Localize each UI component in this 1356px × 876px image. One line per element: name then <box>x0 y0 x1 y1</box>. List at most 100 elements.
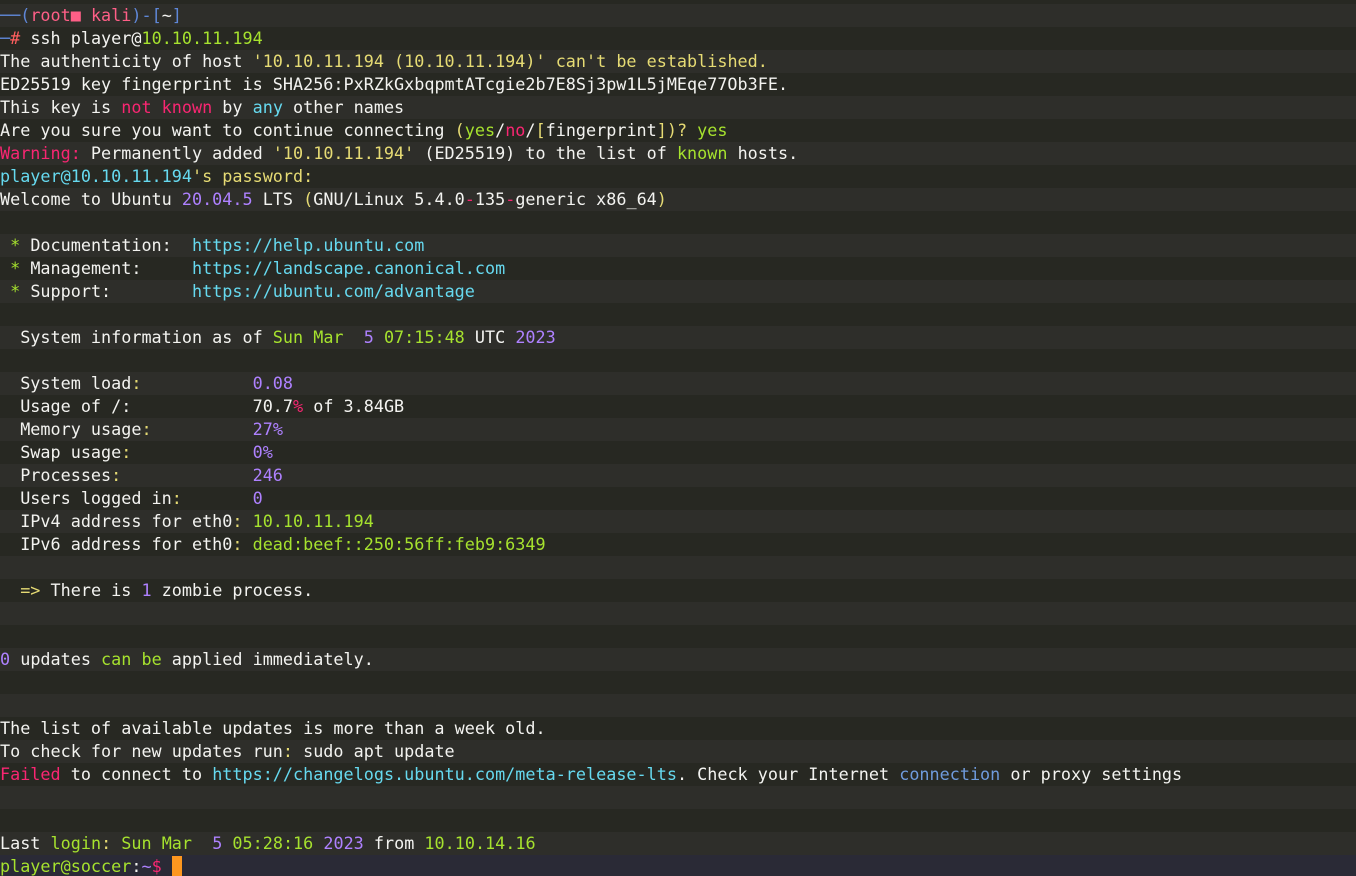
sysinfo-colon: : <box>121 442 132 462</box>
output-text: (ED25519) to the list of <box>414 143 677 163</box>
output-text: ( <box>303 189 314 209</box>
output-line: Are you sure you want to continue connec… <box>0 119 1356 142</box>
remote-prompt-line[interactable]: player@soccer:~$ <box>0 855 1356 876</box>
output-text: Permanently added <box>80 143 273 163</box>
output-text: 5 <box>363 327 374 347</box>
prompt-symbol: # <box>10 28 31 48</box>
command-line: ─# ssh player@10.10.11.194 <box>0 27 1356 50</box>
output-text: other names <box>282 97 405 117</box>
output-text: 05:28:16 <box>222 833 314 853</box>
sysinfo-label: Swap usage <box>0 442 122 462</box>
output-line: * Documentation: https://help.ubuntu.com <box>0 234 1356 257</box>
blank-line <box>0 349 1356 372</box>
output-text: To check for new updates run <box>0 741 283 761</box>
output-text: Management: <box>20 258 192 278</box>
documentation-link[interactable]: https://help.ubuntu.com <box>192 235 424 255</box>
output-text: connection <box>899 764 1001 784</box>
changelogs-link[interactable]: https://changelogs.ubuntu.com/meta-relea… <box>212 764 677 784</box>
sysinfo-colon: : <box>141 419 152 439</box>
output-text: by <box>212 97 253 117</box>
output-line: 0 updates can be applied immediately. <box>0 648 1356 671</box>
output-line: This key is not known by any other names <box>0 96 1356 119</box>
output-text: Are you sure you want to continue connec… <box>0 120 455 140</box>
output-text: 2023 <box>515 327 556 347</box>
sysinfo-colon: : <box>111 465 122 485</box>
blank-line <box>0 602 1356 625</box>
output-text: ) <box>656 189 667 209</box>
output-text: Documentation: <box>20 235 192 255</box>
blank-line <box>0 809 1356 832</box>
sysinfo-colon: : <box>171 488 182 508</box>
arrow: => <box>0 580 41 600</box>
remote-cwd: ~ <box>141 856 152 876</box>
output-text: ( <box>454 120 465 140</box>
output-text: : <box>282 741 293 761</box>
sysinfo-label: IPv6 address for eth0 <box>0 534 233 554</box>
output-line: System information as of Sun Mar 5 07:15… <box>0 326 1356 349</box>
output-line: The list of available updates is more th… <box>0 717 1356 740</box>
output-host: '10.10.11.194' <box>272 143 415 163</box>
prompt-frame: ──( <box>0 5 31 25</box>
sysinfo-line: Memory usage: 27% <box>0 418 1356 441</box>
output-text: 135 <box>474 189 506 209</box>
sysinfo-line: System load: 0.08 <box>0 372 1356 395</box>
option-yes: yes <box>464 120 496 140</box>
blank-line <box>0 694 1356 717</box>
blank-line <box>0 303 1356 326</box>
management-link[interactable]: https://landscape.canonical.com <box>192 258 505 278</box>
command-user: player@ <box>70 28 142 48</box>
output-text: 5 <box>212 833 223 853</box>
output-line: Failed to connect to https://changelogs.… <box>0 763 1356 786</box>
sysinfo-colon: : <box>232 511 253 531</box>
output-line: * Support: https://ubuntu.com/advantage <box>0 280 1356 303</box>
output-text: The authenticity of host <box>0 51 253 71</box>
prompt-frame: )-[ <box>131 5 162 25</box>
sysinfo-value: dead:beef::250:56ff:feb9:6349 <box>252 534 546 554</box>
update-count: 0 <box>0 649 11 669</box>
output-line: player@10.10.11.194's password: <box>0 165 1356 188</box>
support-link[interactable]: https://ubuntu.com/advantage <box>192 281 475 301</box>
prompt-colon: : <box>131 856 142 876</box>
output-text: There is <box>40 580 142 600</box>
output-text: hosts. <box>727 143 799 163</box>
output-text: any <box>252 97 283 117</box>
sysinfo-colon: : <box>232 534 253 554</box>
output-text: : <box>101 833 122 853</box>
output-line: Warning: Permanently added '10.10.11.194… <box>0 142 1356 165</box>
ubuntu-version: 20.04.5 <box>181 189 253 209</box>
output-text: updates <box>10 649 102 669</box>
output-text: to connect to <box>60 764 213 784</box>
output-text: LTS <box>252 189 304 209</box>
bullet: * <box>0 235 21 255</box>
sysinfo-value: 10.10.11.194 <box>252 511 374 531</box>
terminal-window[interactable]: ──(root■ kali)-[~] ─# ssh player@10.10.1… <box>0 0 1356 876</box>
output-line: => There is 1 zombie process. <box>0 579 1356 602</box>
blank-line <box>0 556 1356 579</box>
output-text: UTC <box>464 327 516 347</box>
output-line: To check for new updates run: sudo apt u… <box>0 740 1356 763</box>
warning-label: Warning: <box>0 143 81 163</box>
output-text: not known <box>121 97 213 117</box>
sysinfo-value: 27% <box>252 419 283 439</box>
output-text: can be <box>101 649 162 669</box>
output-text: from <box>363 833 425 853</box>
blank-line <box>0 211 1356 234</box>
sysinfo-label: Usage of /: <box>0 396 253 416</box>
sysinfo-label: Memory usage <box>0 419 142 439</box>
output-text: Support: <box>20 281 192 301</box>
output-text: GNU/Linux 5.4.0 <box>313 189 465 209</box>
sysinfo-label: IPv4 address for eth0 <box>0 511 233 531</box>
sysinfo-line: Swap usage: 0% <box>0 441 1356 464</box>
prompt-host: kali <box>90 5 132 25</box>
cursor[interactable] <box>171 856 182 876</box>
output-host: '10.10.11.194 (10.10.11.194)' <box>252 51 546 71</box>
output-line: * Management: https://landscape.canonica… <box>0 257 1356 280</box>
option-no: no <box>505 120 526 140</box>
sysinfo-value: of 3.84GB <box>303 396 405 416</box>
output-text: / <box>525 120 536 140</box>
zombie-count: 1 <box>141 580 152 600</box>
